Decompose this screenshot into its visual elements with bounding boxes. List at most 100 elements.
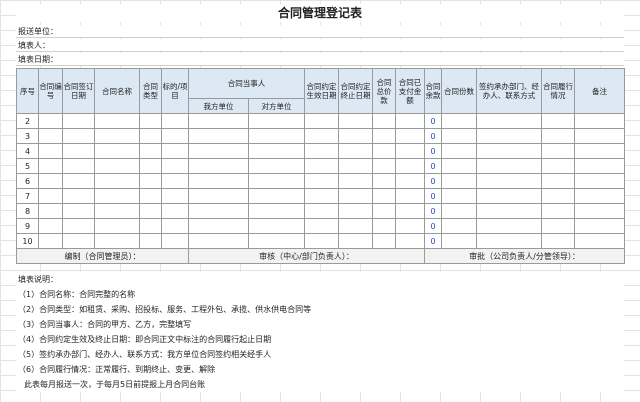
row-seq-cell[interactable]: 9 (16, 218, 39, 234)
row-balance-cell[interactable]: 0 (424, 218, 442, 234)
info-report-unit[interactable]: 报送单位： (16, 25, 624, 38)
table-cell[interactable] (38, 113, 63, 129)
row-seq-cell[interactable]: 10 (16, 233, 39, 249)
table-cell[interactable] (372, 173, 396, 189)
table-cell[interactable] (304, 173, 339, 189)
table-cell[interactable] (62, 203, 95, 219)
table-cell[interactable] (574, 173, 625, 189)
table-cell[interactable] (476, 143, 542, 159)
table-cell[interactable] (248, 143, 305, 159)
table-cell[interactable] (574, 203, 625, 219)
table-cell[interactable] (304, 233, 339, 249)
table-cell[interactable] (476, 218, 542, 234)
table-cell[interactable] (161, 113, 189, 129)
table-cell[interactable] (476, 233, 542, 249)
table-cell[interactable] (161, 143, 189, 159)
table-cell[interactable] (62, 158, 95, 174)
table-cell[interactable] (188, 173, 249, 189)
table-cell[interactable] (248, 113, 305, 129)
table-cell[interactable] (94, 188, 140, 204)
table-cell[interactable] (139, 158, 162, 174)
table-cell[interactable] (38, 158, 63, 174)
table-cell[interactable] (248, 203, 305, 219)
row-balance-cell[interactable]: 0 (424, 113, 442, 129)
table-cell[interactable] (372, 158, 396, 174)
table-cell[interactable] (139, 173, 162, 189)
table-cell[interactable] (541, 128, 575, 144)
row-balance-cell[interactable]: 0 (424, 188, 442, 204)
table-cell[interactable] (248, 233, 305, 249)
info-filler[interactable]: 填表人： (16, 39, 624, 52)
table-cell[interactable] (94, 173, 140, 189)
table-cell[interactable] (476, 173, 542, 189)
table-cell[interactable] (139, 188, 162, 204)
table-cell[interactable] (541, 188, 575, 204)
table-cell[interactable] (188, 188, 249, 204)
table-cell[interactable] (139, 233, 162, 249)
table-cell[interactable] (248, 173, 305, 189)
table-cell[interactable] (38, 218, 63, 234)
table-cell[interactable] (139, 143, 162, 159)
table-cell[interactable] (338, 158, 373, 174)
table-cell[interactable] (574, 233, 625, 249)
table-cell[interactable] (161, 128, 189, 144)
table-cell[interactable] (161, 188, 189, 204)
table-cell[interactable] (441, 188, 477, 204)
table-cell[interactable] (372, 188, 396, 204)
table-cell[interactable] (541, 203, 575, 219)
table-cell[interactable] (338, 203, 373, 219)
table-cell[interactable] (188, 113, 249, 129)
table-cell[interactable] (94, 113, 140, 129)
table-cell[interactable] (304, 188, 339, 204)
table-cell[interactable] (338, 173, 373, 189)
table-cell[interactable] (161, 203, 189, 219)
table-cell[interactable] (395, 143, 425, 159)
table-cell[interactable] (161, 233, 189, 249)
table-cell[interactable] (38, 233, 63, 249)
table-cell[interactable] (441, 173, 477, 189)
table-cell[interactable] (304, 218, 339, 234)
row-balance-cell[interactable]: 0 (424, 173, 442, 189)
table-cell[interactable] (161, 173, 189, 189)
table-cell[interactable] (139, 203, 162, 219)
table-cell[interactable] (541, 218, 575, 234)
table-cell[interactable] (62, 113, 95, 129)
table-cell[interactable] (574, 188, 625, 204)
table-cell[interactable] (94, 158, 140, 174)
table-cell[interactable] (338, 128, 373, 144)
table-cell[interactable] (541, 143, 575, 159)
table-cell[interactable] (248, 218, 305, 234)
table-cell[interactable] (441, 143, 477, 159)
table-cell[interactable] (62, 218, 95, 234)
table-cell[interactable] (574, 113, 625, 129)
table-cell[interactable] (62, 233, 95, 249)
table-cell[interactable] (38, 128, 63, 144)
row-seq-cell[interactable]: 3 (16, 128, 39, 144)
table-cell[interactable] (139, 128, 162, 144)
table-cell[interactable] (441, 203, 477, 219)
table-cell[interactable] (188, 203, 249, 219)
table-cell[interactable] (94, 233, 140, 249)
table-cell[interactable] (62, 173, 95, 189)
table-cell[interactable] (338, 113, 373, 129)
table-cell[interactable] (188, 128, 249, 144)
row-seq-cell[interactable]: 7 (16, 188, 39, 204)
table-cell[interactable] (541, 113, 575, 129)
table-cell[interactable] (395, 218, 425, 234)
table-cell[interactable] (441, 113, 477, 129)
table-cell[interactable] (574, 218, 625, 234)
row-seq-cell[interactable]: 6 (16, 173, 39, 189)
table-cell[interactable] (94, 203, 140, 219)
table-cell[interactable] (188, 218, 249, 234)
table-cell[interactable] (476, 158, 542, 174)
table-cell[interactable] (62, 188, 95, 204)
table-cell[interactable] (304, 143, 339, 159)
table-cell[interactable] (541, 158, 575, 174)
table-cell[interactable] (38, 188, 63, 204)
table-cell[interactable] (304, 128, 339, 144)
table-cell[interactable] (541, 173, 575, 189)
table-cell[interactable] (248, 188, 305, 204)
table-cell[interactable] (94, 143, 140, 159)
table-cell[interactable] (62, 128, 95, 144)
table-cell[interactable] (338, 188, 373, 204)
